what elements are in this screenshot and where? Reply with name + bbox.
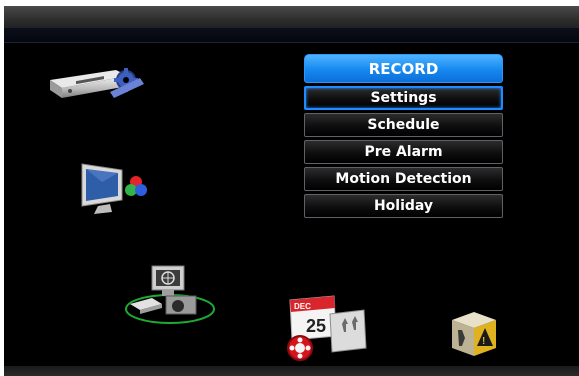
dvr-settings-icon[interactable] xyxy=(48,62,146,104)
monitor-display-icon[interactable] xyxy=(76,160,154,220)
warning-mark: ! xyxy=(482,336,485,347)
menu-item-settings[interactable]: Settings xyxy=(304,86,503,110)
top-bar xyxy=(4,6,579,28)
menu-item-pre-alarm[interactable]: Pre Alarm xyxy=(304,140,503,164)
menu-item-motion-detection[interactable]: Motion Detection xyxy=(304,167,503,191)
menu-title: RECORD xyxy=(304,54,503,83)
bottom-bar xyxy=(4,366,579,376)
record-menu: RECORD Settings Schedule Pre Alarm Motio… xyxy=(304,54,503,218)
calendar-month-label: DEC xyxy=(294,302,311,311)
network-camera-icon[interactable] xyxy=(122,264,218,334)
menu-item-schedule[interactable]: Schedule xyxy=(304,113,503,137)
menu-item-holiday[interactable]: Holiday xyxy=(304,194,503,218)
dvr-screen: DEC 25 ! RECORD Settings Schedule Pre Al… xyxy=(4,6,579,376)
record-calendar-icon[interactable]: DEC 25 xyxy=(280,294,372,366)
alarm-event-icon[interactable]: ! xyxy=(440,306,502,360)
title-strip xyxy=(4,28,579,43)
calendar-day-label: 25 xyxy=(306,316,326,336)
